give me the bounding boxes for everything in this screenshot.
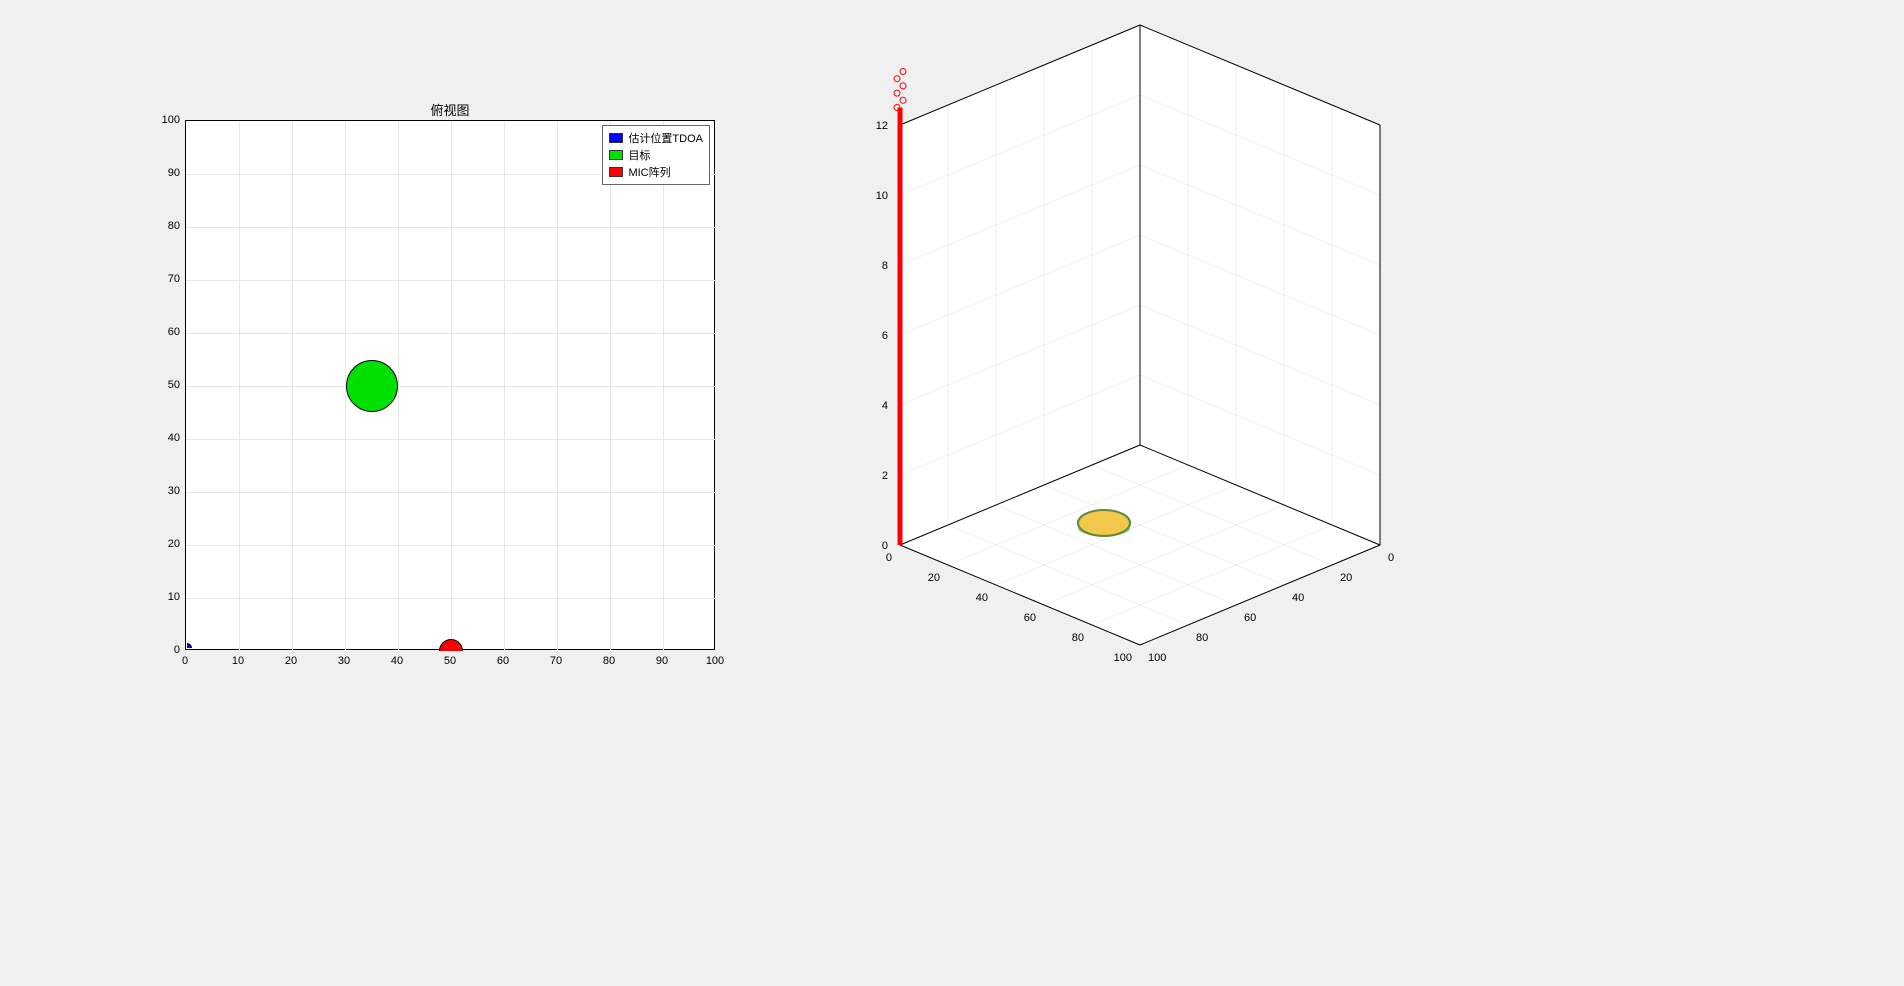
mic-marker-icon — [894, 90, 900, 96]
tick3d-label: 4 — [882, 400, 888, 412]
xtick-label: 60 — [488, 655, 518, 667]
tick3d-label: 0 — [886, 552, 892, 564]
tick3d-label: 100 — [1114, 652, 1132, 664]
ytick-label: 90 — [150, 167, 180, 179]
tick3d-label: 6 — [882, 330, 888, 342]
ytick-label: 20 — [150, 538, 180, 550]
point-tdoa — [182, 643, 192, 653]
ytick-label: 40 — [150, 432, 180, 444]
xtick-label: 40 — [382, 655, 412, 667]
tick3d-label: 80 — [1196, 632, 1208, 644]
tick3d-label: 2 — [882, 470, 888, 482]
xtick-label: 100 — [700, 655, 730, 667]
tick3d-label: 60 — [1244, 612, 1256, 624]
ytick-label: 10 — [150, 591, 180, 603]
tick3d-label: 20 — [928, 572, 940, 584]
mic-marker-icon — [900, 69, 906, 75]
legend-swatch-red — [609, 167, 623, 177]
legend-label-green: 目标 — [628, 147, 650, 163]
legend-swatch-green — [609, 150, 623, 160]
xtick-label: 20 — [276, 655, 306, 667]
tick3d-label: 0 — [1388, 552, 1394, 564]
mic-marker-icon — [900, 97, 906, 103]
tick3d-label: 10 — [876, 190, 888, 202]
mic-marker-icon — [900, 83, 906, 89]
xtick-label: 80 — [594, 655, 624, 667]
tick3d-label: 40 — [976, 592, 988, 604]
xtick-label: 50 — [435, 655, 465, 667]
target-blob — [1078, 510, 1130, 536]
ytick-label: 70 — [150, 273, 180, 285]
ytick-label: 60 — [150, 326, 180, 338]
ytick-label: 100 — [150, 114, 180, 126]
xtick-label: 0 — [170, 655, 200, 667]
legend-label-red: MIC阵列 — [628, 164, 670, 180]
chart-3d-axes: 0 20 40 60 80 100 0 20 40 60 80 100 0 2 4 6 8 10 12 — [820, 70, 1460, 730]
ytick-label: 30 — [150, 485, 180, 497]
chart-title-left: 俯视图 — [185, 100, 715, 119]
xtick-label: 30 — [329, 655, 359, 667]
ytick-label: 0 — [150, 644, 180, 656]
point-target — [346, 360, 398, 412]
tick3d-label: 80 — [1072, 632, 1084, 644]
chart-2d-axes: 估计位置TDOA 目标 MIC阵列 — [185, 120, 715, 650]
xtick-label: 90 — [647, 655, 677, 667]
tick3d-label: 0 — [882, 540, 888, 552]
tick3d-label: 60 — [1024, 612, 1036, 624]
legend-label-blue: 估计位置TDOA — [628, 130, 703, 146]
tick3d-label: 12 — [876, 120, 888, 132]
legend: 估计位置TDOA 目标 MIC阵列 — [602, 125, 710, 185]
tick3d-label: 40 — [1292, 592, 1304, 604]
ytick-label: 80 — [150, 220, 180, 232]
tick3d-label: 100 — [1148, 652, 1166, 664]
ytick-label: 50 — [150, 379, 180, 391]
xtick-label: 10 — [223, 655, 253, 667]
mic-marker-icon — [894, 76, 900, 82]
tick3d-label: 8 — [882, 260, 888, 272]
xtick-label: 70 — [541, 655, 571, 667]
tick3d-label: 20 — [1340, 572, 1352, 584]
legend-swatch-blue — [609, 133, 623, 143]
